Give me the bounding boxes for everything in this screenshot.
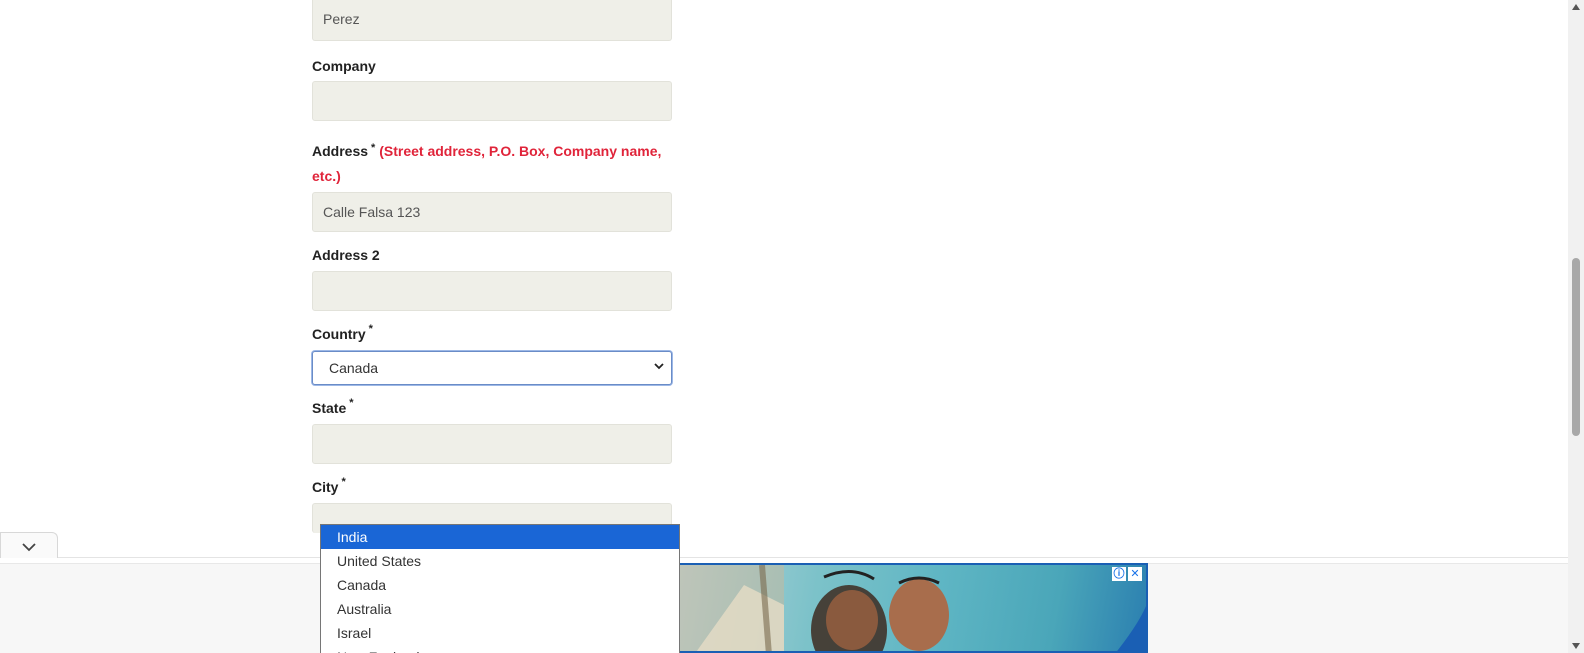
collapse-ad-button[interactable] xyxy=(0,532,58,558)
chevron-down-icon xyxy=(22,543,36,552)
state-label: State * xyxy=(312,397,354,416)
page-scrollbar[interactable] xyxy=(1568,0,1584,653)
country-selected-value: Canada xyxy=(329,360,379,376)
adbar-divider xyxy=(0,557,1568,558)
required-marker: * xyxy=(368,323,373,335)
scroll-up-arrow[interactable] xyxy=(1572,4,1580,10)
close-icon[interactable]: ✕ xyxy=(1128,567,1142,581)
info-icon[interactable]: ⓘ xyxy=(1112,567,1126,581)
city-label: City * xyxy=(312,476,346,495)
dropdown-option[interactable]: United States xyxy=(321,549,679,573)
company-input[interactable] xyxy=(312,81,672,121)
scroll-down-arrow[interactable] xyxy=(1572,643,1580,649)
country-dropdown-list[interactable]: India United States Canada Australia Isr… xyxy=(320,524,680,653)
required-marker: * xyxy=(341,476,346,488)
country-select[interactable]: Canada xyxy=(312,351,672,385)
dropdown-option[interactable]: New Zealand xyxy=(321,645,679,653)
company-label: Company xyxy=(312,58,376,74)
address-value: Calle Falsa 123 xyxy=(323,204,421,220)
required-marker: * xyxy=(349,397,354,409)
state-input[interactable] xyxy=(312,424,672,464)
last-name-input[interactable]: Perez xyxy=(312,0,672,41)
dropdown-option[interactable]: Australia xyxy=(321,597,679,621)
scrollbar-thumb[interactable] xyxy=(1572,258,1580,436)
chevron-down-icon xyxy=(654,363,664,370)
required-marker: * xyxy=(371,142,376,154)
dropdown-option[interactable]: Israel xyxy=(321,621,679,645)
address2-label: Address 2 xyxy=(312,247,380,263)
dropdown-option[interactable]: India xyxy=(321,525,679,549)
last-name-value: Perez xyxy=(323,11,360,27)
address2-input[interactable] xyxy=(312,271,672,311)
country-label: Country * xyxy=(312,323,373,342)
address-input[interactable]: Calle Falsa 123 xyxy=(312,192,672,232)
dropdown-option[interactable]: Canada xyxy=(321,573,679,597)
address-label: Address * (Street address, P.O. Box, Comp… xyxy=(312,142,662,184)
ad-photo xyxy=(674,565,1146,651)
ad-image[interactable]: ⓘ ✕ xyxy=(672,563,1148,653)
